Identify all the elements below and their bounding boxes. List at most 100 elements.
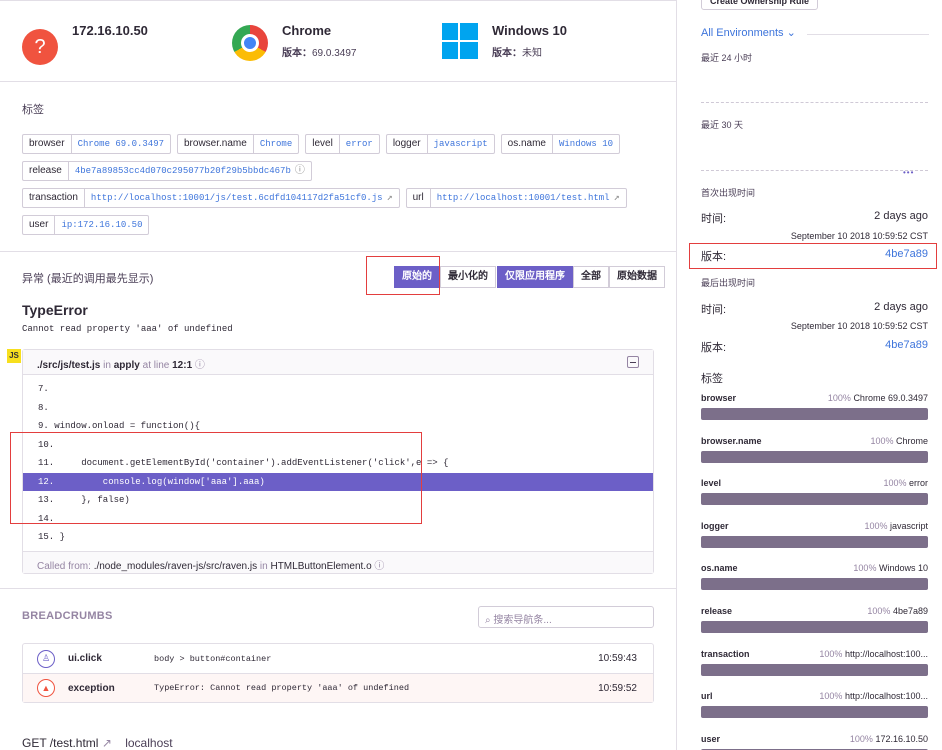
os-name: Windows 10 xyxy=(492,23,568,38)
tag-distribution-bar[interactable] xyxy=(701,578,928,591)
tag-distribution-user[interactable]: user 100% 172.16.10.50 xyxy=(701,734,928,750)
tag-row: user ip:172.16.10.50 xyxy=(22,215,662,235)
tag-distribution-value: Chrome 69.0.3497 xyxy=(853,393,928,403)
first-seen-time-value: 2 days ago xyxy=(874,210,928,222)
tag-distribution-percent: 100% xyxy=(827,393,851,403)
tag-distribution-logger[interactable]: logger 100% javascript xyxy=(701,521,928,548)
frame-in-label: in xyxy=(103,360,111,371)
raw-stack-button[interactable]: 原始数据 xyxy=(609,266,665,288)
tag-distribution-browser-name[interactable]: browser.name 100% Chrome xyxy=(701,436,928,463)
called-in-label: in xyxy=(259,561,268,572)
user-ip: 172.16.10.50 xyxy=(72,23,148,38)
tag-os-name[interactable]: os.name Windows 10 xyxy=(500,134,621,154)
breadcrumb-list: ♙ ui.click body > button#container 10:59:43… xyxy=(22,643,654,703)
info-icon[interactable]: ⓘ xyxy=(374,561,384,572)
tag-value[interactable]: Windows 10 xyxy=(553,135,619,153)
breadcrumb-time: 10:59:52 xyxy=(598,682,637,694)
external-link-icon[interactable]: ↗ xyxy=(387,193,393,204)
windows-icon xyxy=(442,23,478,59)
full-stack-button[interactable]: 全部 xyxy=(573,266,609,288)
tag-distribution-transaction[interactable]: transaction 100% http://localhost:100... xyxy=(701,649,928,676)
environment-selector[interactable]: All Environments ⌄ xyxy=(701,26,796,39)
tag-distribution-os-name[interactable]: os.name 100% Windows 10 xyxy=(701,563,928,591)
tag-distribution-bar[interactable] xyxy=(701,450,928,463)
tag-logger[interactable]: logger javascript xyxy=(385,134,495,154)
info-icon[interactable]: ⓘ xyxy=(195,360,205,371)
annotation-box-version xyxy=(689,243,937,269)
tag-distribution-key: os.name xyxy=(701,563,738,574)
info-icon[interactable]: ⓘ xyxy=(295,166,305,177)
tag-distribution-url[interactable]: url 100% http://localhost:100... xyxy=(701,691,928,719)
called-from: Called from: ./node_modules/raven-js/src… xyxy=(23,551,653,573)
tag-value[interactable]: error xyxy=(340,135,379,153)
tag-distribution-key: transaction xyxy=(701,648,750,659)
tag-browser-name[interactable]: browser.name Chrome xyxy=(177,134,300,154)
tag-value[interactable]: http://localhost:10001/js/test.6cdfd1041… xyxy=(85,189,399,207)
tag-value[interactable]: javascript xyxy=(428,135,494,153)
tag-distribution-value: Windows 10 xyxy=(878,563,928,574)
os-version-label: 版本： xyxy=(492,48,522,59)
tag-distribution-bar[interactable] xyxy=(701,621,928,633)
tag-distribution-bar[interactable] xyxy=(701,493,928,506)
tag-distribution-key: url xyxy=(701,691,713,702)
breadcrumb-message: TypeError: Cannot read property 'aaa' of… xyxy=(154,683,410,693)
code-line: 15. } xyxy=(38,532,66,542)
app-only-button[interactable]: 仅限应用程序 xyxy=(497,266,573,288)
tag-value[interactable]: ip:172.16.10.50 xyxy=(55,216,148,234)
last-seen-version-link[interactable]: 4be7a89 xyxy=(885,339,928,355)
tag-user[interactable]: user ip:172.16.10.50 xyxy=(22,215,150,235)
user-icon: ♙ xyxy=(37,649,55,668)
exception-message: Cannot read property 'aaa' of undefined xyxy=(22,324,233,334)
tag-key: user xyxy=(23,216,56,234)
tag-row: transaction http://localhost:10001/js/tes… xyxy=(22,188,662,208)
chart-event-dots: ••• xyxy=(903,168,915,177)
tag-transaction[interactable]: transaction http://localhost:10001/js/tes… xyxy=(22,188,400,208)
tag-distribution-percent: 100% xyxy=(883,478,907,489)
tag-value[interactable]: 4be7a89853cc4d070c295077b20f29b5bbdc467b… xyxy=(69,162,311,180)
context-browser: Chrome 版本：69.0.3497 xyxy=(232,23,357,61)
frame-at-line-label: at line xyxy=(142,360,170,371)
frame-function: apply xyxy=(113,360,140,371)
tag-key: browser.name xyxy=(178,135,254,153)
tag-key: release xyxy=(23,162,69,180)
external-link-icon[interactable]: ↗ xyxy=(102,736,112,750)
code-line: 7. xyxy=(38,384,49,394)
chrome-icon xyxy=(232,25,268,61)
tag-browser[interactable]: browser Chrome 69.0.3497 xyxy=(22,134,171,154)
tag-distribution-bar[interactable] xyxy=(701,408,928,420)
minified-view-button[interactable]: 最小化的 xyxy=(440,266,496,288)
tag-distribution-bar[interactable] xyxy=(701,706,928,719)
warning-icon: ▲ xyxy=(37,679,55,697)
tag-distribution-key: release xyxy=(701,606,733,616)
tag-value[interactable]: Chrome xyxy=(254,135,298,153)
tag-distribution-value: 172.16.10.50 xyxy=(875,733,928,744)
stack-frame-header[interactable]: ./src/js/test.js in apply at line 12:1 ⓘ xyxy=(23,350,653,375)
annotation-box-original-button xyxy=(366,256,440,295)
context-user: ? 172.16.10.50 xyxy=(22,23,148,65)
first-seen-title: 首次出现时间 xyxy=(701,188,756,198)
external-link-icon[interactable]: ↗ xyxy=(614,193,620,204)
tag-distribution-browser[interactable]: browser 100% Chrome 69.0.3497 xyxy=(701,393,928,420)
breadcrumb-category: ui.click xyxy=(68,653,102,664)
collapse-frame-icon[interactable] xyxy=(627,356,639,368)
tag-level[interactable]: level error xyxy=(305,134,380,154)
tag-distribution-key: user xyxy=(701,733,721,744)
frame-filename: ./src/js/test.js xyxy=(37,360,101,371)
create-ownership-rule-button[interactable]: Create Ownership Rule xyxy=(701,0,819,10)
tag-distribution-bar[interactable] xyxy=(701,663,928,676)
tag-key: logger xyxy=(387,135,428,153)
tag-key: level xyxy=(306,135,340,153)
tag-key: os.name xyxy=(502,135,553,153)
tag-value[interactable]: http://localhost:10001/test.html ↗ xyxy=(431,189,626,207)
tag-url[interactable]: url http://localhost:10001/test.html ↗ xyxy=(405,188,627,208)
tag-distribution-bar[interactable] xyxy=(701,535,928,548)
tag-distribution-level[interactable]: level 100% error xyxy=(701,478,928,506)
tag-distribution-release[interactable]: release 100% 4be7a89 xyxy=(701,606,928,633)
tag-distribution-percent: 100% xyxy=(819,648,843,659)
browser-name: Chrome xyxy=(282,23,332,38)
tag-value[interactable]: Chrome 69.0.3497 xyxy=(72,135,170,153)
last-seen-date: September 10 2018 10:59:52 CST xyxy=(790,321,928,331)
breadcrumb-search-input[interactable]: ⌕ 搜索导航条... xyxy=(478,606,654,628)
tag-release[interactable]: release 4be7a89853cc4d070c295077b20f29b5b… xyxy=(22,161,312,181)
tag-distribution-value: http://localhost:100... xyxy=(844,691,928,702)
